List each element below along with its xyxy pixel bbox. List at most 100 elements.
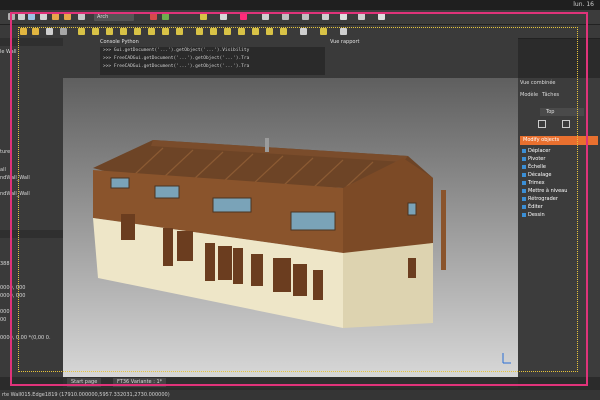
task-edit[interactable]: Éditer (522, 203, 600, 211)
tab-start-page[interactable]: Start page (67, 378, 102, 387)
dimension-tool-icon[interactable] (176, 28, 183, 35)
text-tool-icon[interactable] (162, 28, 169, 35)
console-title: Console Python (100, 39, 139, 45)
construction-icon[interactable] (340, 28, 347, 35)
left-panel-row[interactable]: ture (0, 148, 63, 156)
left-panel-row[interactable]: all (0, 166, 63, 174)
task-drawing[interactable]: Dessin (522, 211, 600, 219)
rotate-tool-icon[interactable] (210, 28, 217, 35)
view-right-icon[interactable] (262, 13, 269, 20)
wire-tool-icon[interactable] (92, 28, 99, 35)
python-console: Console Python >>> Gui.getDocument('...'… (63, 38, 328, 78)
macro-play-icon[interactable] (162, 13, 169, 20)
property-row: 00 (0, 317, 7, 323)
macro-record-icon[interactable] (150, 13, 157, 20)
property-header (0, 230, 63, 238)
view-top-icon[interactable] (240, 13, 247, 20)
view-front-icon[interactable] (220, 13, 227, 20)
task-label: Déplacer (528, 148, 551, 154)
rectangle-tool-icon[interactable] (134, 28, 141, 35)
box-select-icon[interactable] (378, 13, 385, 20)
redo-icon[interactable] (64, 13, 71, 20)
line-tool-icon[interactable] (78, 28, 85, 35)
system-top-bar: lun. 16 (0, 0, 600, 10)
task-offset[interactable]: Décalage (522, 171, 600, 179)
refresh-icon[interactable] (78, 13, 85, 20)
chimney (265, 138, 269, 152)
axis-triad (502, 353, 511, 364)
tab-document[interactable]: FT36 Variante : 1* (113, 378, 167, 387)
view-iso-icon[interactable] (340, 13, 347, 20)
combo-view-panel: Vue combinée Modèle Tâches Top Modify ob… (518, 78, 600, 377)
rotate-icon (522, 156, 526, 161)
undo-icon[interactable] (52, 13, 59, 20)
task-move[interactable]: Déplacer (522, 147, 600, 155)
polygon-tool-icon[interactable] (148, 28, 155, 35)
task-downgrade[interactable]: Rétrograder (522, 195, 600, 203)
upgrade-icon (522, 188, 526, 193)
grid-icon[interactable] (320, 28, 327, 35)
checkbox[interactable] (538, 120, 546, 128)
edit-icon (522, 204, 526, 209)
arc-tool-icon[interactable] (120, 28, 127, 35)
view-select[interactable]: Top (540, 108, 584, 116)
task-scale[interactable]: Échelle (522, 163, 600, 171)
scale-tool-icon[interactable] (280, 28, 287, 35)
move-icon (522, 148, 526, 153)
save-icon[interactable] (28, 13, 35, 20)
offset-tool-icon[interactable] (224, 28, 231, 35)
open-file-icon[interactable] (18, 13, 25, 20)
scale-icon (522, 164, 526, 169)
house-model (93, 138, 511, 364)
downgrade-tool-icon[interactable] (266, 28, 273, 35)
left-panel-row[interactable]: ndWall_Wall (0, 174, 63, 182)
clock-label: lun. 16 (573, 1, 594, 8)
downgrade-icon (522, 196, 526, 201)
tab-model[interactable]: Modèle (520, 92, 538, 98)
checkbox[interactable] (562, 120, 570, 128)
task-upgrade[interactable]: Mettre à niveau (522, 187, 600, 195)
view-rear-icon[interactable] (282, 13, 289, 20)
task-label: Dessin (528, 212, 545, 218)
property-row: 0000, 000 (0, 285, 26, 291)
task-rotate[interactable]: Pivoter (522, 155, 600, 163)
console-line: >>> FreeCADGui.getDocument('...').getObj… (103, 64, 250, 69)
report-title: Vue rapport (330, 39, 360, 45)
status-bar: rte Wall015.Edge1819 (17910.000000,5957.… (0, 390, 600, 400)
move-tool-icon[interactable] (196, 28, 203, 35)
view-fit-icon[interactable] (200, 13, 207, 20)
view-bottom-icon[interactable] (302, 13, 309, 20)
trim-tool-icon[interactable] (238, 28, 245, 35)
3d-viewport[interactable] (63, 78, 518, 377)
circle-tool-icon[interactable] (106, 28, 113, 35)
workbench-label: Arch (97, 14, 109, 20)
left-panel-row[interactable]: le Wall (0, 48, 63, 56)
trimex-icon (522, 180, 526, 185)
task-label: Décalage (528, 172, 552, 178)
cut-icon[interactable] (40, 13, 47, 20)
combo-view-title: Vue combinée (520, 80, 556, 86)
report-view: Vue rapport (328, 38, 518, 78)
console-line: >>> Gui.getDocument('...').getObject('..… (103, 48, 250, 53)
upgrade-tool-icon[interactable] (252, 28, 259, 35)
measure-icon[interactable] (358, 13, 365, 20)
property-row: 000 (0, 309, 10, 315)
left-panel: le Wall ture all ndWall_Wall ndWall_Wall… (0, 38, 63, 377)
window-tool-icon[interactable] (46, 28, 53, 35)
side-post (441, 190, 446, 270)
modify-objects-header[interactable]: Modify objects (520, 136, 598, 145)
status-text: rte Wall015.Edge1819 (17910.000000,5957.… (2, 392, 170, 398)
view-left-icon[interactable] (322, 13, 329, 20)
new-file-icon[interactable] (8, 13, 15, 20)
tab-tasks[interactable]: Tâches (542, 92, 559, 98)
structure-tool-icon[interactable] (32, 28, 39, 35)
roof-tool-icon[interactable] (60, 28, 67, 35)
task-trimex[interactable]: Trimex (522, 179, 600, 187)
snap-icon[interactable] (300, 28, 307, 35)
left-panel-row[interactable]: ndWall_Wall (0, 190, 63, 198)
console-output[interactable]: >>> Gui.getDocument('...').getObject('..… (100, 47, 325, 75)
workbench-dropdown[interactable]: Arch (94, 13, 134, 21)
wall-tool-icon[interactable] (20, 28, 27, 35)
document-tabs: Start page FT36 Variante : 1* (63, 377, 518, 388)
secondary-toolbar (0, 25, 600, 39)
